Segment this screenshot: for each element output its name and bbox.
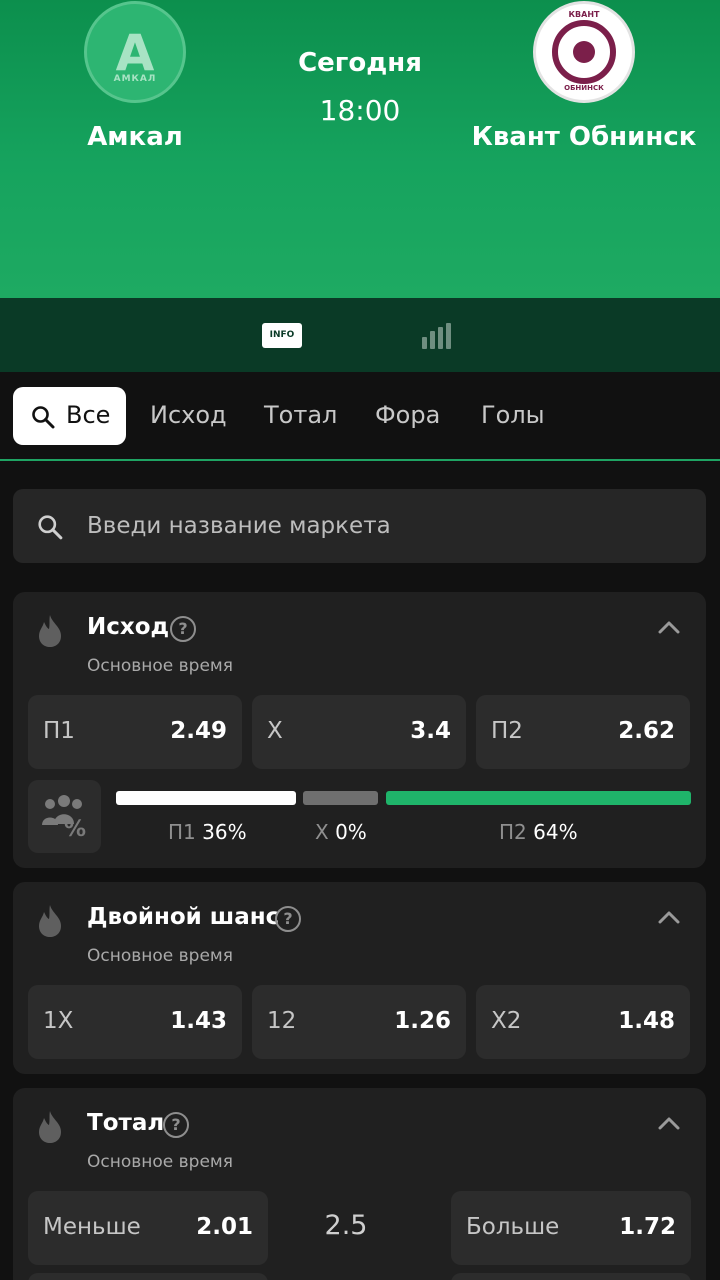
match-day: Сегодня	[298, 48, 422, 78]
total-line-value: 2.5	[324, 1210, 368, 1241]
flame-icon	[39, 905, 61, 937]
bets-percent-draw: Х 0%	[315, 820, 367, 844]
help-icon[interactable]: ?	[170, 616, 196, 642]
odd-button[interactable]: 12 1.26	[252, 985, 466, 1059]
team1-logo[interactable]: A АМКАЛ	[84, 1, 186, 103]
help-icon[interactable]: ?	[163, 1112, 189, 1138]
tab-goals[interactable]: Голы	[481, 401, 545, 429]
search-placeholder: Введи название маркета	[87, 513, 391, 539]
team2-logo[interactable]: КВАНТ ОБНИНСК	[533, 1, 635, 103]
tab-all[interactable]: Все	[13, 387, 126, 445]
tab-outcome[interactable]: Исход	[150, 401, 227, 429]
match-time: 18:00	[319, 94, 401, 127]
market-card-total: Тотал ? Основное время Меньше 2.01 Больш…	[13, 1088, 706, 1280]
chevron-up-icon[interactable]	[658, 620, 680, 634]
odd-button[interactable]: Х 3.4	[252, 695, 466, 769]
info-icon[interactable]: INFO	[262, 323, 302, 348]
team2-name[interactable]: Квант Обнинск	[470, 122, 698, 152]
market-subtitle: Основное время	[87, 1152, 233, 1172]
tab-all-label: Все	[66, 401, 111, 429]
market-search-input[interactable]: Введи название маркета	[13, 489, 706, 563]
market-title: Исход	[87, 614, 170, 640]
search-icon	[32, 406, 55, 429]
tab-total[interactable]: Тотал	[264, 401, 337, 429]
tab-handicap[interactable]: Фора	[375, 401, 440, 429]
market-subtitle: Основное время	[87, 656, 233, 676]
bets-bar-draw	[303, 791, 378, 805]
chevron-up-icon[interactable]	[658, 910, 680, 924]
odd-button[interactable]: П2 2.62	[476, 695, 690, 769]
bets-bar-p1	[116, 791, 296, 805]
bets-bar-p2	[386, 791, 691, 805]
team1-name[interactable]: Амкал	[60, 122, 210, 152]
chevron-up-icon[interactable]	[658, 1116, 680, 1130]
match-header: A АМКАЛ Амкал Сегодня 18:00 КВАНТ ОБНИНС…	[0, 0, 720, 298]
bets-percent-button[interactable]: %	[28, 780, 101, 853]
market-card-outcome: Исход ? Основное время П1 2.49 Х 3.4 П2 …	[13, 592, 706, 868]
odd-button[interactable]: П1 2.49	[28, 695, 242, 769]
market-title: Двойной шанс	[87, 904, 280, 930]
odd-button-over[interactable]: Больше 1.72	[451, 1191, 691, 1265]
odd-button[interactable]	[28, 1273, 268, 1280]
market-card-double-chance: Двойной шанс ? Основное время 1Х 1.43 12…	[13, 882, 706, 1074]
market-title: Тотал	[87, 1110, 165, 1136]
market-subtitle: Основное время	[87, 946, 233, 966]
odd-button[interactable]: Х2 1.48	[476, 985, 690, 1059]
help-icon[interactable]: ?	[275, 906, 301, 932]
info-bar	[0, 298, 720, 372]
odd-button-under[interactable]: Меньше 2.01	[28, 1191, 268, 1265]
bets-percent-p2: П2 64%	[499, 820, 578, 844]
stats-bars-icon[interactable]	[422, 321, 454, 349]
people-percent-icon: %	[42, 795, 86, 842]
market-filter-tabs: Все Исход Тотал Фора Голы	[0, 372, 720, 461]
odd-button[interactable]	[451, 1273, 691, 1280]
flame-icon	[39, 1111, 61, 1143]
svg-text:%: %	[64, 817, 86, 842]
odd-button[interactable]: 1Х 1.43	[28, 985, 242, 1059]
search-icon	[38, 515, 63, 540]
bets-percent-p1: П1 36%	[168, 820, 247, 844]
flame-icon	[39, 615, 61, 647]
